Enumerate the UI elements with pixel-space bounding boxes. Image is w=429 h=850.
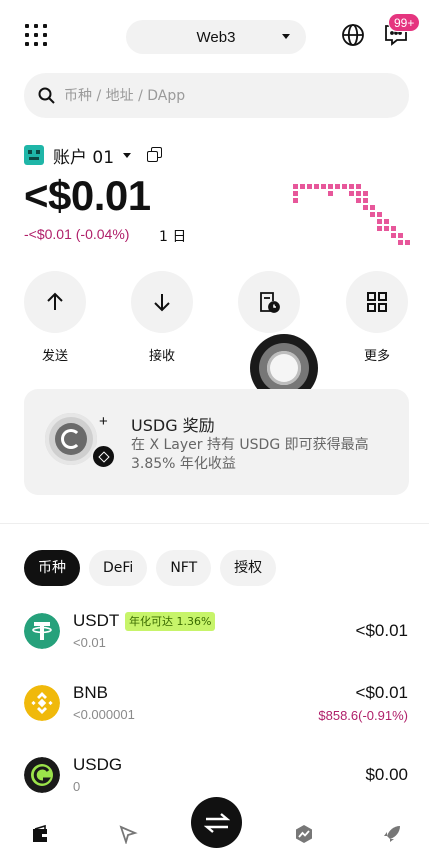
swap-icon — [203, 812, 230, 833]
copy-icon[interactable] — [147, 147, 163, 163]
asset-value: $0.00 — [365, 765, 408, 784]
arrow-down-icon — [154, 294, 170, 312]
promo-title: USDG 奖励 — [131, 416, 215, 435]
more-label: 更多 — [363, 349, 390, 364]
asset-symbol: USDT — [73, 611, 120, 630]
compass-icon[interactable] — [118, 824, 138, 844]
asset-amount: 0 — [73, 779, 81, 794]
globe-icon[interactable] — [341, 23, 365, 47]
send-button[interactable]: 发送 — [23, 271, 87, 364]
account-selector[interactable]: 账户 01 — [24, 143, 163, 168]
total-balance: <$0.01 — [24, 172, 151, 219]
chart-icon[interactable] — [294, 824, 314, 844]
receive-button[interactable]: 接收 — [130, 271, 194, 364]
apps-grid-icon[interactable] — [25, 24, 47, 46]
asset-row-usdg[interactable]: USDG 0 $0.00 — [0, 745, 429, 805]
promo-description: 在 X Layer 持有 USDG 即可获得最高 3.85% 年化收益 — [131, 437, 369, 472]
search-input[interactable] — [64, 73, 394, 118]
chevron-down-icon — [282, 34, 290, 39]
tab-approvals[interactable]: 授权 — [220, 550, 277, 586]
divider — [0, 523, 429, 524]
asset-price-change: $858.6(-0.91%) — [318, 708, 408, 723]
more-button[interactable]: 更多 — [345, 271, 409, 364]
account-name: 账户 01 — [53, 147, 115, 168]
balance-sparkline — [293, 184, 410, 245]
asset-amount: <0.01 — [73, 635, 106, 650]
search-icon — [38, 87, 55, 104]
network-selector[interactable]: Web3 — [126, 20, 306, 54]
tab-tokens[interactable]: 币种 — [24, 550, 80, 586]
usdg-icon — [24, 757, 60, 793]
bnb-icon — [24, 685, 60, 721]
plus-icon: + — [99, 413, 108, 430]
asset-symbol: BNB — [73, 683, 108, 702]
avatar — [24, 145, 44, 165]
history-icon — [260, 292, 280, 313]
asset-value: <$0.01 — [355, 683, 408, 702]
usdt-icon — [24, 613, 60, 649]
swap-button[interactable] — [191, 797, 242, 848]
notification-badge: 99+ — [388, 13, 421, 32]
asset-symbol: USDG — [73, 755, 123, 774]
rocket-icon[interactable] — [382, 824, 402, 844]
asset-tabs: 币种 DeFi NFT 授权 — [24, 550, 285, 586]
tab-defi[interactable]: DeFi — [89, 550, 148, 586]
receive-label: 接收 — [148, 349, 175, 364]
top-bar: Web3 99+ — [0, 0, 429, 70]
arrow-up-icon — [47, 292, 63, 310]
apy-badge: 年化可达 1.36% — [125, 612, 216, 631]
network-label: Web3 — [196, 28, 236, 46]
search-bar[interactable] — [24, 73, 409, 118]
usdg-coin-icon — [45, 413, 97, 465]
usdg-reward-card[interactable]: + USDG 奖励 在 X Layer 持有 USDG 即可获得最高 3.85%… — [24, 389, 409, 495]
asset-value: <$0.01 — [355, 621, 408, 640]
chevron-down-icon — [123, 152, 132, 158]
period-selector[interactable]: 1 日 — [159, 226, 186, 246]
grid-icon — [367, 292, 387, 312]
asset-row-bnb[interactable]: BNB <0.000001 <$0.01 $858.6(-0.91%) — [0, 673, 429, 733]
tab-nft[interactable]: NFT — [156, 550, 212, 586]
asset-row-usdt[interactable]: USDT 年化可达 1.36% <0.01 <$0.01 — [0, 601, 429, 661]
wallet-icon[interactable] — [31, 824, 51, 844]
balance-change: -<$0.01 (-0.04%) — [24, 226, 130, 242]
send-label: 发送 — [41, 349, 68, 364]
asset-amount: <0.000001 — [73, 707, 135, 722]
x-layer-icon — [91, 444, 116, 469]
